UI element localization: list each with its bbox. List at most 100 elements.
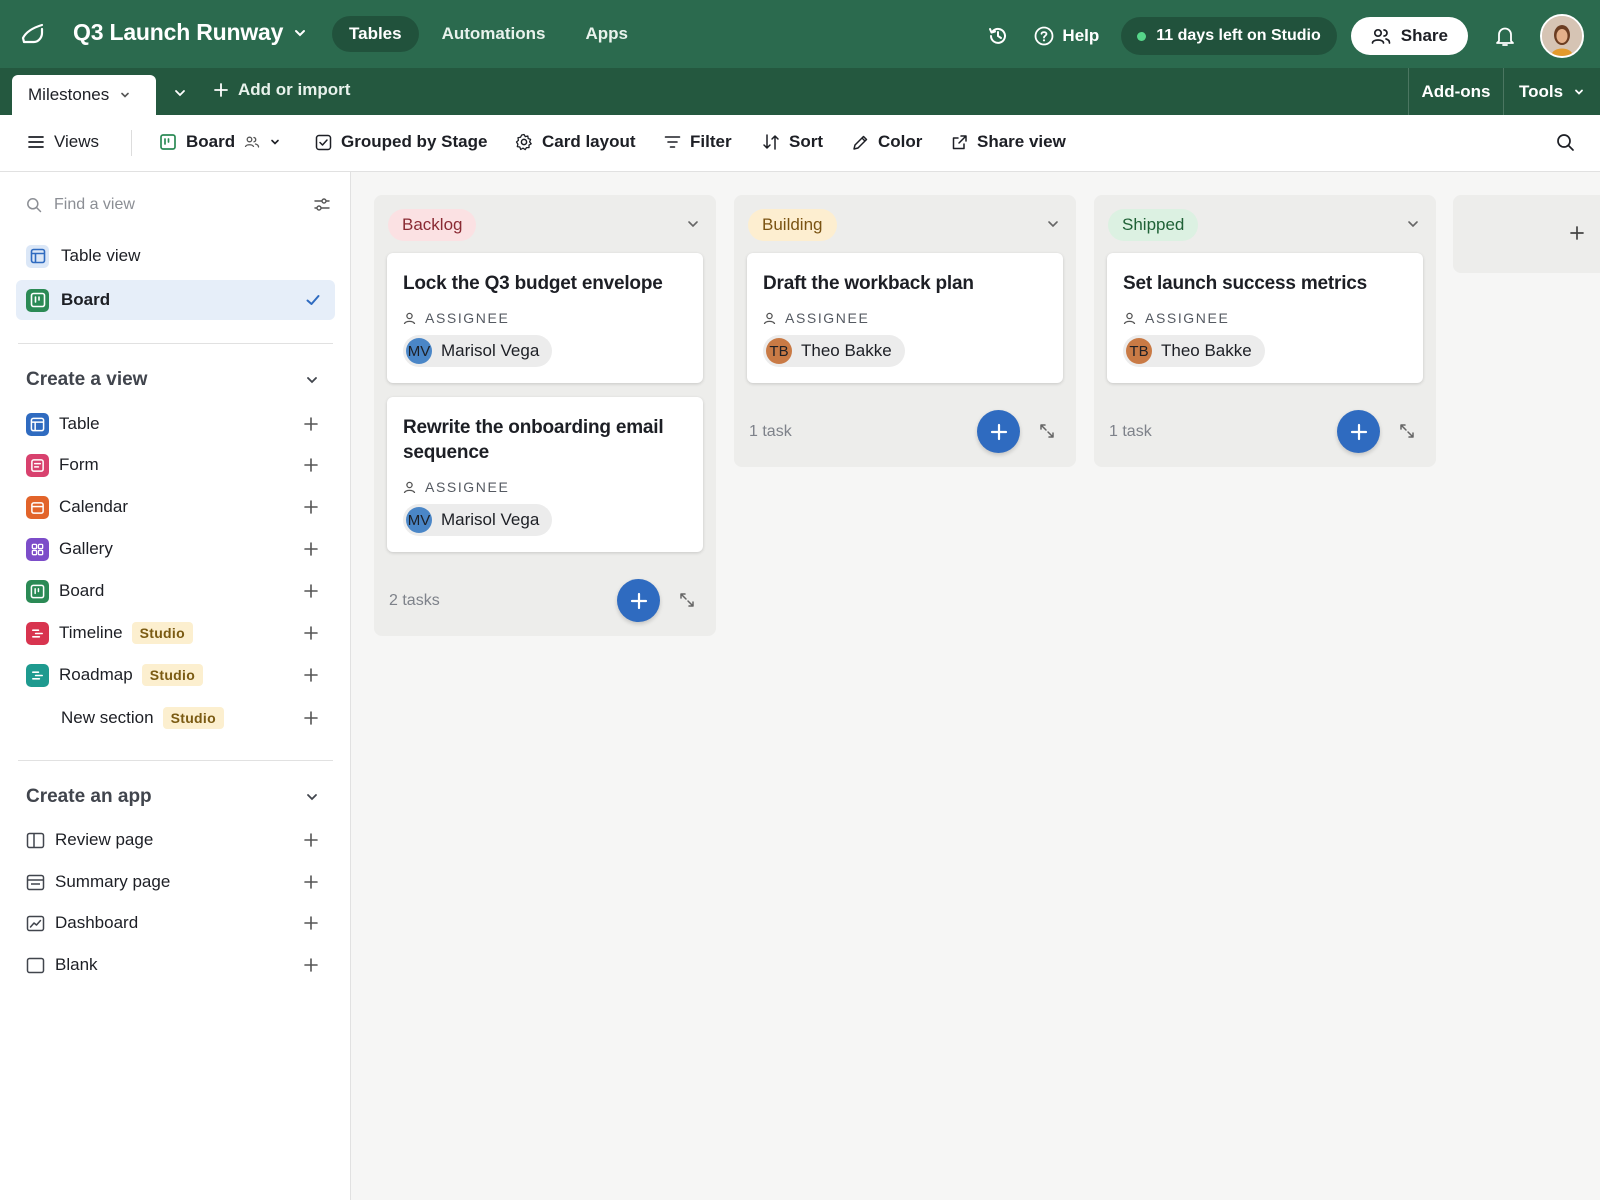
header-actions: Help 11 days left on Studio Share [980,14,1584,58]
field-label-text: ASSIGNEE [425,310,510,326]
find-view-search[interactable]: Find a view [26,196,331,214]
base-title-text: Q3 Launch Runway [73,19,284,45]
stage-pill[interactable]: Shipped [1108,209,1199,241]
stack-footer: 2 tasks [374,566,716,636]
create-view-label: Calendar [59,497,128,516]
field-label: ASSIGNEE [763,310,1047,326]
studio-badge: Studio [162,707,224,729]
create-view-section-header[interactable]: Create a view [26,369,331,391]
sidebar-view-label: Table view [61,246,141,265]
all-tables-chevron-icon[interactable] [168,81,192,105]
create-app-blank[interactable]: Blank [26,948,331,982]
tools-button[interactable]: Tools [1504,68,1600,115]
search-icon[interactable] [1556,133,1575,152]
create-view-board[interactable]: Board [26,574,331,608]
user-avatar[interactable] [1540,14,1584,58]
stage-pill[interactable]: Backlog [388,209,477,241]
create-app-section-header[interactable]: Create an app [26,786,331,808]
filter-button[interactable]: Filter [664,132,732,152]
table-tab-milestones[interactable]: Milestones [12,75,156,115]
stage-pill[interactable]: Building [748,209,837,241]
record-card[interactable]: Lock the Q3 budget envelope ASSIGNEE MV … [387,253,703,383]
create-view-new-section[interactable]: New section Studio [26,701,331,735]
assignee-chip: TB Theo Bakke [763,335,905,367]
plus-icon[interactable] [303,915,319,931]
nav-tab-automations[interactable]: Automations [425,16,563,52]
plus-icon[interactable] [303,457,319,473]
plus-icon[interactable] [303,625,319,641]
card-layout-button[interactable]: Card layout [515,132,636,152]
base-logo-icon[interactable] [20,22,46,46]
trial-status-pill[interactable]: 11 days left on Studio [1121,17,1337,55]
create-app-review-page[interactable]: Review page [26,823,331,857]
record-card[interactable]: Draft the workback plan ASSIGNEE TB Theo… [747,253,1063,383]
view-options-icon[interactable] [313,196,331,214]
view-switcher-button[interactable]: Board [159,132,281,152]
assignee-chip: MV Marisol Vega [403,504,553,536]
color-button[interactable]: Color [852,132,922,152]
create-view-gallery[interactable]: Gallery [26,532,331,566]
plus-icon[interactable] [303,416,319,432]
stack-shipped: Shipped Set launch success metrics ASSIG… [1094,195,1436,467]
plus-icon[interactable] [303,832,319,848]
addons-button[interactable]: Add-ons [1408,68,1504,115]
plus-icon[interactable] [303,874,319,890]
create-view-roadmap[interactable]: Roadmap Studio [26,658,331,692]
stack-header: Building [734,195,1076,253]
group-by-button[interactable]: Grouped by Stage [315,132,487,152]
create-view-table[interactable]: Table [26,407,331,441]
chevron-down-icon[interactable] [1406,217,1420,231]
plus-icon[interactable] [303,541,319,557]
create-view-timeline[interactable]: Timeline Studio [26,616,331,650]
avatar: TB [1126,338,1152,364]
add-or-import-button[interactable]: Add or import [214,80,350,100]
add-stack-button[interactable] [1453,195,1600,273]
add-record-button[interactable] [1337,410,1380,453]
roadmap-view-icon [26,663,49,687]
record-card[interactable]: Set launch success metrics ASSIGNEE TB T… [1107,253,1423,383]
expand-icon[interactable] [1399,423,1415,439]
sort-button[interactable]: Sort [762,132,823,152]
views-toggle-button[interactable]: Views [27,132,99,152]
filter-label: Filter [690,132,732,151]
chevron-down-icon[interactable] [686,217,700,231]
chevron-down-icon[interactable] [1046,217,1060,231]
sidebar-view-board[interactable]: Board [16,280,335,320]
create-app-label: Review page [55,830,154,849]
plus-icon[interactable] [303,583,319,599]
share-button[interactable]: Share [1350,17,1468,55]
collaborative-icon [244,135,260,149]
stack-backlog: Backlog Lock the Q3 budget envelope ASSI… [374,195,716,636]
sidebar-view-table[interactable]: Table view [16,236,335,276]
plus-icon [1569,225,1585,241]
bell-icon[interactable] [1490,21,1520,51]
plus-icon[interactable] [303,667,319,683]
create-view-calendar[interactable]: Calendar [26,490,331,524]
create-view-form[interactable]: Form [26,448,331,482]
history-icon[interactable] [980,18,1016,54]
studio-badge: Studio [131,622,193,644]
base-title[interactable]: Q3 Launch Runway [73,19,307,46]
plus-icon[interactable] [303,710,319,726]
plus-icon[interactable] [303,957,319,973]
create-app-summary-page[interactable]: Summary page [26,865,331,899]
help-button[interactable]: Help [1034,26,1099,46]
tools-label: Tools [1518,81,1564,101]
expand-icon[interactable] [1039,423,1055,439]
expand-icon[interactable] [679,592,695,608]
plus-icon[interactable] [303,499,319,515]
field-label: ASSIGNEE [1123,310,1407,326]
add-record-button[interactable] [617,579,660,622]
sidebar-divider [18,343,333,344]
plus-icon [214,83,228,97]
nav-tab-apps[interactable]: Apps [568,16,645,52]
add-record-button[interactable] [977,410,1020,453]
grid-view-icon [26,412,49,436]
person-icon [403,481,416,494]
avatar: MV [406,338,432,364]
table-tab-label: Milestones [28,85,110,104]
record-card[interactable]: Rewrite the onboarding email sequence AS… [387,397,703,552]
create-app-dashboard[interactable]: Dashboard [26,906,331,940]
nav-tab-tables[interactable]: Tables [332,16,419,52]
share-view-button[interactable]: Share view [951,132,1066,152]
